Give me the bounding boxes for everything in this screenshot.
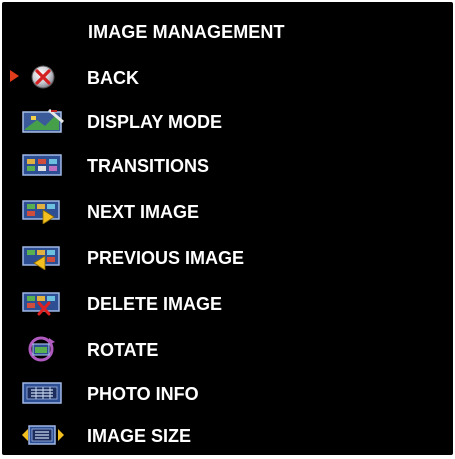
next-image-icon — [22, 200, 60, 224]
menu-item-transitions[interactable]: TRANSITIONS — [2, 146, 453, 184]
menu-item-image-size[interactable]: IMAGE SIZE — [2, 416, 453, 454]
image-management-menu: IMAGE MANAGEMENT BACK DISPLAY MODE TRANS… — [2, 2, 453, 455]
menu-item-display-mode[interactable]: DISPLAY MODE — [2, 102, 453, 140]
menu-item-label: ROTATE — [87, 340, 159, 360]
image-size-icon — [22, 425, 64, 445]
menu-item-label: DELETE IMAGE — [87, 294, 223, 314]
menu-item-label: BACK — [87, 68, 139, 88]
menu-item-next-image[interactable]: NEXT IMAGE — [2, 192, 453, 230]
previous-image-icon — [22, 246, 60, 270]
menu-item-label: PHOTO INFO — [87, 384, 199, 404]
selection-arrow-icon — [10, 70, 19, 82]
photo-info-icon — [22, 382, 62, 404]
delete-image-icon — [22, 292, 60, 316]
menu-item-back[interactable]: BACK — [2, 58, 453, 96]
menu-item-label: NEXT IMAGE — [87, 202, 200, 222]
rotate-icon — [28, 336, 55, 362]
menu-item-photo-info[interactable]: PHOTO INFO — [2, 374, 453, 412]
back-x-icon — [31, 65, 55, 89]
display-mode-icon — [22, 108, 64, 133]
menu-item-label: PREVIOUS IMAGE — [87, 248, 245, 268]
transitions-icon — [22, 154, 62, 176]
menu-item-rotate[interactable]: ROTATE — [2, 330, 453, 368]
menu-item-label: DISPLAY MODE — [87, 112, 223, 132]
menu-item-label: TRANSITIONS — [87, 156, 210, 176]
menu-item-previous-image[interactable]: PREVIOUS IMAGE — [2, 238, 453, 276]
menu-title: IMAGE MANAGEMENT — [88, 22, 285, 42]
menu-item-delete-image[interactable]: DELETE IMAGE — [2, 284, 453, 322]
menu-item-label: IMAGE SIZE — [87, 426, 192, 446]
